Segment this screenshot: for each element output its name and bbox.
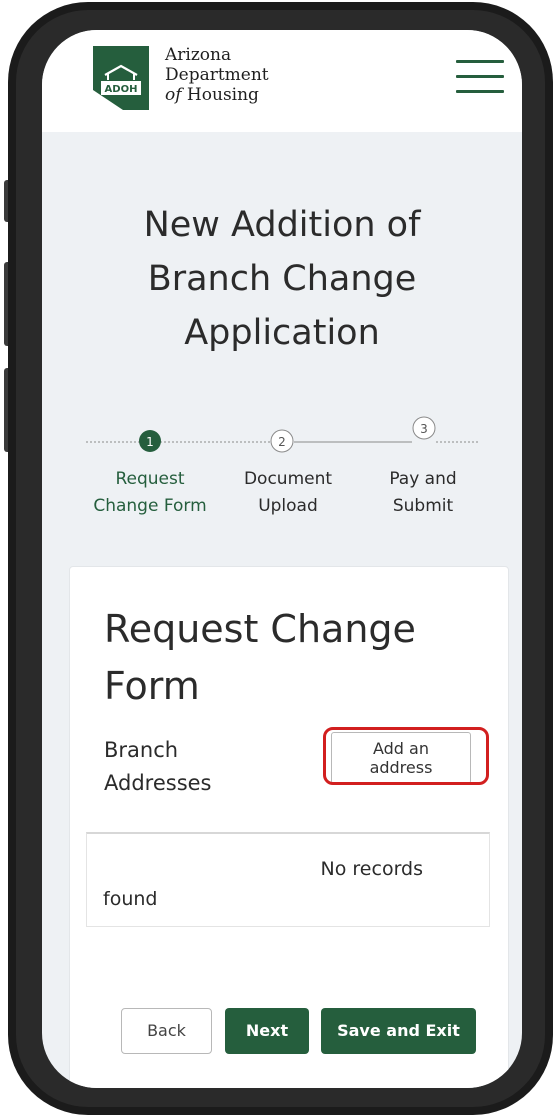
branch-label-line-2: Addresses <box>104 771 212 795</box>
step-3-label-line-1: Pay and <box>389 469 457 489</box>
site-header: ADOH Arizona Department of Housing <box>42 30 522 132</box>
step-3-number: 3 <box>420 422 428 436</box>
logo-line-1: Arizona <box>165 45 232 65</box>
logo-line-3-italic: of <box>165 85 182 105</box>
progress-stepper: 1 2 3 Request Change Form Document Uploa… <box>42 416 522 536</box>
page-title-line-2: Branch Change <box>147 259 417 299</box>
phone-mockup: ADOH Arizona Department of Housing New A… <box>0 0 555 1117</box>
step-1-label-line-1: Request <box>115 469 185 489</box>
back-button[interactable]: Back <box>121 1008 212 1054</box>
logo-line-3-rest: Housing <box>181 85 259 105</box>
step-1-number: 1 <box>146 435 154 449</box>
step-2-label[interactable]: Document Upload <box>213 466 363 520</box>
step-3-label[interactable]: Pay and Submit <box>348 466 498 520</box>
step-2-label-line-2: Upload <box>258 496 318 516</box>
request-change-form-card: Request Change Form Branch Addresses Add… <box>69 566 509 1088</box>
logo-badge-text: ADOH <box>105 84 138 95</box>
form-title-line-2: Form <box>104 664 200 708</box>
step-2-number: 2 <box>278 435 286 449</box>
step-1-label[interactable]: Request Change Form <box>75 466 225 520</box>
empty-state-line-1: No records <box>320 858 423 880</box>
step-2-circle[interactable]: 2 <box>270 429 294 453</box>
empty-state-line-2: found <box>103 888 158 910</box>
logo-line-2: Department <box>165 65 269 85</box>
addresses-table: No records found <box>86 832 490 927</box>
step-3-circle[interactable]: 3 <box>412 416 436 440</box>
branch-label-line-1: Branch <box>104 738 179 762</box>
logo-wordmark[interactable]: Arizona Department of Housing <box>165 45 269 105</box>
phone-screen: ADOH Arizona Department of Housing New A… <box>42 30 522 1088</box>
empty-state-text: No records found <box>103 854 423 914</box>
page-title-line-3: Application <box>184 313 380 353</box>
adoh-logo-icon[interactable]: ADOH <box>87 44 155 114</box>
step-3-label-line-2: Submit <box>392 496 454 516</box>
page-title-line-1: New Addition of <box>143 205 421 245</box>
step-2-label-line-1: Document <box>243 469 333 489</box>
page-title: New Addition of Branch Change Applicatio… <box>42 198 522 360</box>
stepper-track: 1 2 3 <box>86 416 480 453</box>
save-and-exit-button[interactable]: Save and Exit <box>321 1008 476 1054</box>
step-1-circle[interactable]: 1 <box>139 430 161 452</box>
annotation-highlight-box <box>323 727 489 785</box>
next-button[interactable]: Next <box>225 1008 309 1054</box>
logo-line-3: of Housing <box>165 85 269 105</box>
branch-addresses-label: Branch Addresses <box>104 734 212 800</box>
step-1-label-line-2: Change Form <box>93 496 207 516</box>
form-title: Request Change Form <box>104 601 416 715</box>
hamburger-menu-icon[interactable] <box>456 60 504 94</box>
form-title-line-1: Request Change <box>104 607 416 651</box>
